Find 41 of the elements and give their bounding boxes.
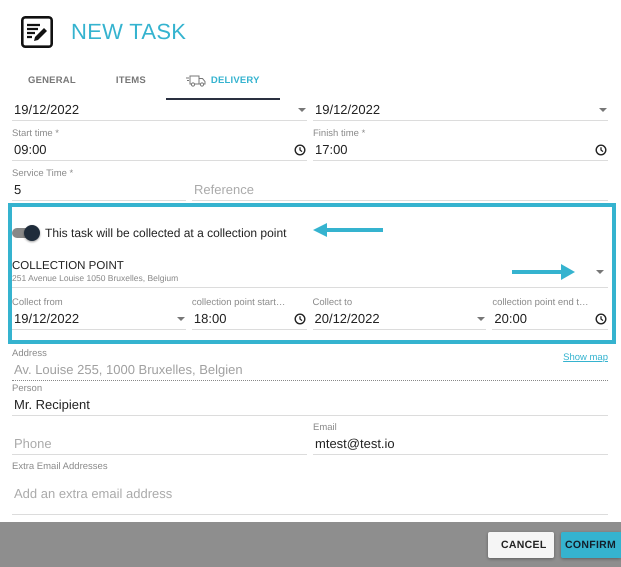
tab[interactable]: GENERAL bbox=[8, 63, 96, 100]
time-field[interactable]: 09:00 bbox=[12, 140, 307, 161]
date-field[interactable]: 19/12/2022 bbox=[12, 100, 307, 121]
input-field[interactable]: 5 bbox=[12, 180, 186, 201]
field-label: Start time * bbox=[12, 127, 59, 140]
date-field[interactable]: 19/12/2022 bbox=[12, 309, 186, 330]
field-label: collection point end t… bbox=[492, 296, 589, 309]
field-label: Collect to bbox=[312, 296, 352, 309]
clock-icon[interactable] bbox=[595, 144, 607, 156]
input-field[interactable]: mtest@test.io bbox=[313, 434, 608, 455]
tab[interactable]: ITEMS bbox=[96, 63, 166, 100]
toggle-label: This task will be collected at a collection point bbox=[45, 226, 286, 240]
clock-icon[interactable] bbox=[294, 144, 306, 156]
pointer-arrow bbox=[512, 264, 575, 280]
field-label: Person bbox=[12, 382, 42, 395]
dropdown-caret-icon[interactable] bbox=[298, 108, 306, 112]
field-label: Address bbox=[12, 347, 47, 360]
dropdown-caret-icon[interactable] bbox=[596, 270, 604, 274]
clock-icon[interactable] bbox=[294, 312, 306, 324]
edit-note-icon bbox=[21, 16, 53, 48]
dropdown-caret-icon[interactable] bbox=[599, 108, 607, 112]
cancel-button[interactable]: CANCEL bbox=[488, 532, 554, 558]
input-field[interactable]: Mr. Recipient bbox=[12, 395, 608, 416]
field-label: Finish time * bbox=[313, 127, 366, 140]
time-field[interactable]: 20:00 bbox=[492, 309, 608, 330]
time-field[interactable]: 17:00 bbox=[313, 140, 608, 161]
dropdown-caret-icon[interactable] bbox=[176, 316, 185, 320]
confirm-button[interactable]: CONFIRM bbox=[561, 532, 621, 558]
toggle-switch[interactable] bbox=[12, 228, 38, 238]
clock-icon[interactable] bbox=[594, 312, 607, 324]
field-label: collection point start… bbox=[192, 296, 286, 309]
date-field[interactable]: 20/12/2022 bbox=[312, 309, 486, 330]
dropdown-caret-icon[interactable] bbox=[477, 316, 486, 320]
field-label: Service Time * bbox=[12, 167, 74, 180]
time-field[interactable]: 18:00 bbox=[192, 309, 306, 330]
field-label: Email bbox=[313, 421, 337, 434]
field-label: Collect from bbox=[12, 296, 63, 309]
field-label: Extra Email Addresses bbox=[12, 460, 108, 473]
pointer-arrow bbox=[313, 223, 383, 237]
dialog-title: NEW TASK bbox=[71, 18, 186, 44]
date-field[interactable]: 19/12/2022 bbox=[313, 100, 608, 121]
